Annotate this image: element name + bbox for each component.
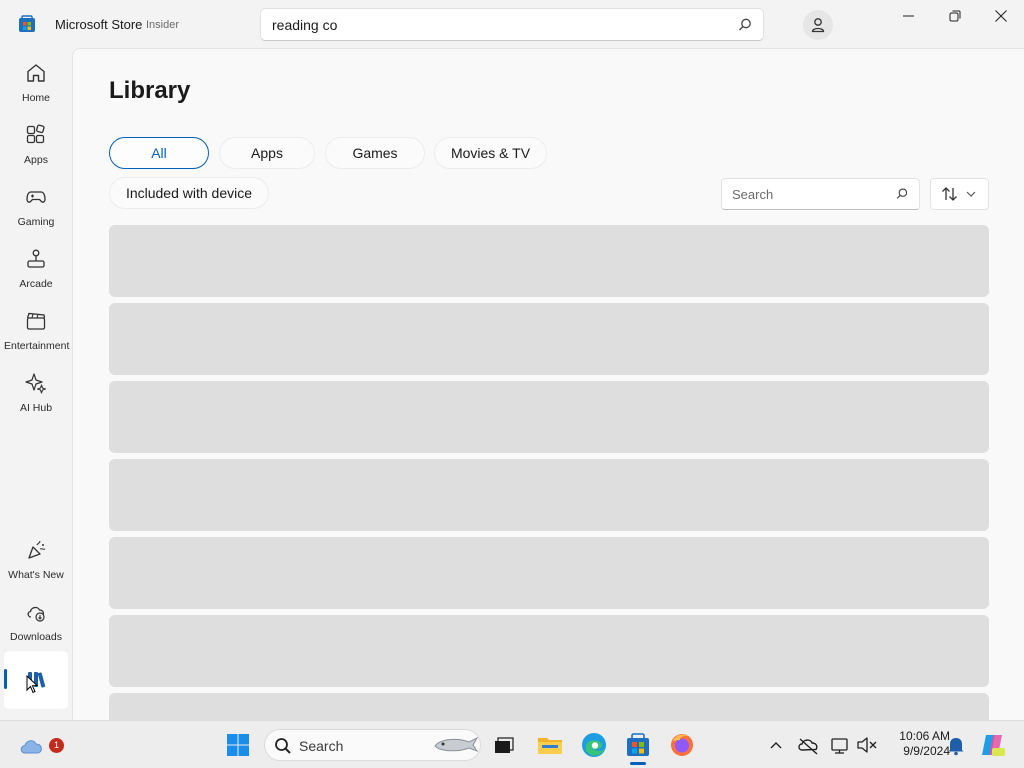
mouse-cursor-icon [26,675,39,694]
microsoft-store-icon [627,733,649,756]
search-icon [275,738,291,754]
taskbar-search-placeholder: Search [299,738,344,754]
edge-browser-button[interactable] [580,731,608,759]
edge-icon [582,733,606,757]
sidebar-item-home[interactable]: Home [4,52,68,110]
file-explorer-button[interactable] [536,731,564,759]
start-button[interactable] [224,731,252,759]
sidebar-item-label: Entertainment [4,340,70,352]
sidebar-item-label: Arcade [19,278,53,290]
sidebar-item-label: Apps [24,154,48,166]
entertainment-icon [26,312,46,330]
notifications-button[interactable] [944,731,968,759]
sidebar-item-label: Downloads [10,631,62,643]
store-search-box[interactable]: reading co [260,8,764,41]
restore-button[interactable] [932,6,978,28]
filter-games[interactable]: Games [325,137,425,169]
network-icon [831,738,848,754]
sidebar-item-label: Home [21,92,50,104]
page-title: Library [109,77,191,104]
running-indicator [630,762,646,765]
chevron-up-icon [770,742,782,749]
copilot-button[interactable] [978,731,1006,759]
task-view-icon [495,737,514,753]
app-title: Microsoft Store [55,17,143,32]
firefox-icon [671,734,693,756]
profile-button[interactable] [803,10,833,40]
microsoft-store-button[interactable] [624,731,652,759]
store-search-input[interactable]: reading co [272,17,337,33]
library-search-input[interactable]: Search [732,187,773,202]
filter-included-with-device[interactable]: Included with device [109,177,269,209]
library-item-placeholder [109,693,989,720]
sidebar-item-arcade[interactable]: Arcade [4,238,68,296]
user-icon [811,18,825,33]
firefox-button[interactable] [668,731,696,759]
clock-time: 10:06 AM [899,729,950,743]
sidebar-item-label: Gaming [17,216,55,228]
sort-icon [942,187,957,201]
sidebar-item-label: What's New [8,569,64,581]
whats-new-icon [28,540,46,559]
library-item-placeholder [109,225,989,297]
clock-date: 9/9/2024 [903,744,950,758]
task-view-button[interactable] [490,731,518,759]
minimize-button[interactable] [886,6,932,28]
sidebar-item-apps[interactable]: Apps [4,114,68,172]
minimize-icon [903,15,914,17]
library-item-placeholder [109,537,989,609]
library-item-placeholder [109,303,989,375]
volume-button[interactable] [854,731,880,759]
search-icon[interactable] [737,17,753,33]
sidebar-item-entertainment[interactable]: Entertainment [4,300,70,358]
sidebar-item-label: AI Hub [19,402,53,414]
windows-logo-icon [227,734,249,756]
sidebar-item-library[interactable] [4,651,68,709]
cloud-offline-icon [798,738,818,755]
library-item-placeholder [109,459,989,531]
cloud-icon [20,740,42,754]
downloads-icon [27,606,45,622]
notification-badge: 1 [49,738,64,753]
filter-apps[interactable]: Apps [219,137,315,169]
taskbar: 1 Search 10:06 AM 9/9/2024 [0,720,1024,768]
sidebar: Home Apps Gaming Arcade Entertainment AI… [0,48,72,720]
insider-badge: Insider [146,19,180,31]
library-search-box[interactable]: Search [721,178,920,210]
sort-button[interactable] [930,178,989,210]
search-highlight-icon [434,736,479,753]
taskbar-search[interactable]: Search [264,729,481,761]
library-item-placeholder [109,381,989,453]
search-icon[interactable] [895,187,909,201]
copilot-icon [982,735,1005,756]
library-page: Library All Apps Games Movies & TV Inclu… [72,48,1024,720]
onedrive-button[interactable] [796,731,822,759]
sidebar-item-gaming[interactable]: Gaming [4,176,68,234]
sidebar-item-downloads[interactable]: Downloads [4,591,68,649]
network-button[interactable] [828,731,854,759]
bell-icon [948,738,964,756]
folder-icon [538,738,562,754]
title-bar: Microsoft Store Insider reading co [0,0,1024,48]
chevron-down-icon [966,191,976,197]
home-icon [27,64,45,82]
close-button[interactable] [978,6,1024,28]
show-hidden-icons-button[interactable] [764,731,788,759]
clock[interactable]: 10:06 AM 9/9/2024 [880,729,950,759]
ai-hub-icon [25,373,47,394]
close-icon [995,10,1007,22]
filter-movies-tv[interactable]: Movies & TV [434,137,547,169]
weather-widget[interactable]: 1 [18,731,64,759]
active-indicator [4,669,7,689]
sidebar-item-ai-hub[interactable]: AI Hub [4,362,68,420]
restore-icon [949,10,961,22]
sidebar-item-whats-new[interactable]: What's New [4,529,68,587]
filter-all[interactable]: All [109,137,209,169]
speaker-muted-icon [857,737,877,753]
library-item-placeholder [109,615,989,687]
microsoft-store-logo-icon [19,15,35,32]
gaming-icon [26,191,46,203]
apps-icon [26,124,45,144]
arcade-icon [27,249,45,268]
